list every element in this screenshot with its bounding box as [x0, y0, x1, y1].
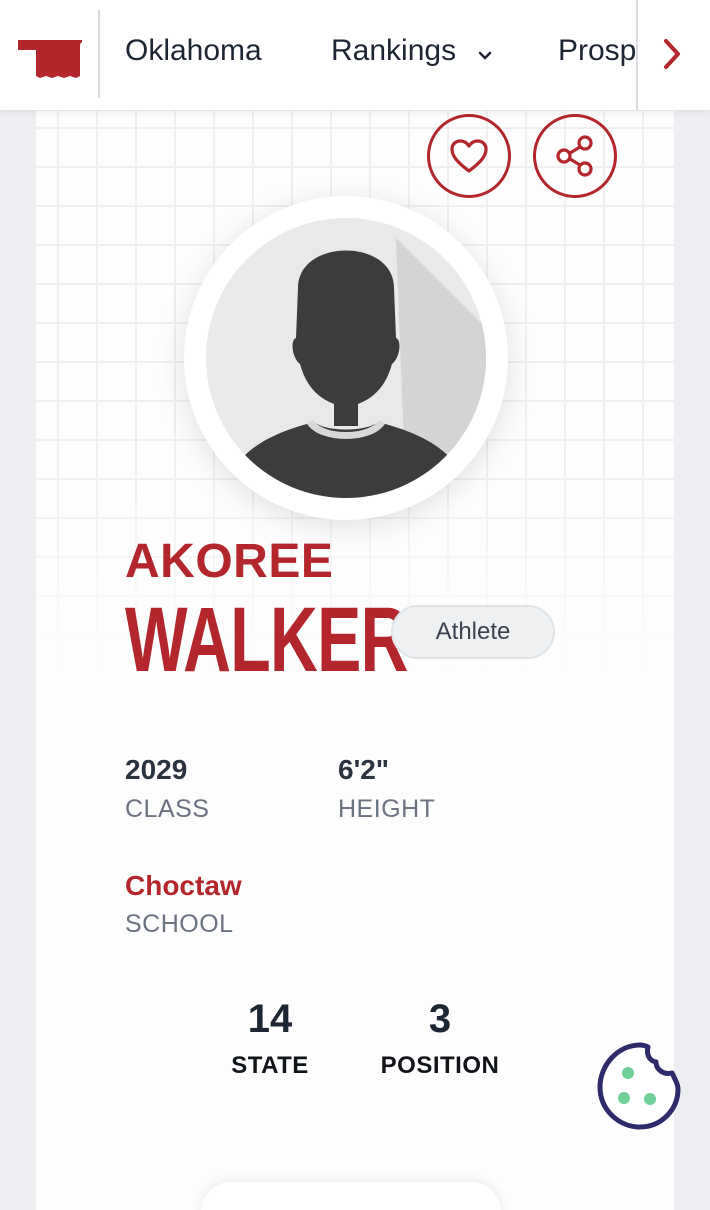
bottom-action-pill[interactable] — [201, 1182, 501, 1210]
player-last-name: WALKER — [125, 589, 408, 691]
height-label: HEIGHT — [338, 795, 436, 823]
home-logo-link[interactable] — [0, 10, 100, 98]
class-value: 2029 — [125, 754, 188, 785]
player-avatar — [184, 196, 508, 520]
chevron-right-icon — [664, 39, 680, 69]
nav-scroll-right-button[interactable] — [636, 0, 710, 110]
position-rank-label: POSITION — [380, 1052, 500, 1079]
height-value: 6'2" — [338, 754, 390, 785]
top-navigation: Oklahoma Rankings Prosp — [0, 0, 710, 111]
position-rank-value: 3 — [428, 997, 452, 1041]
share-button[interactable] — [533, 114, 617, 198]
heart-icon — [450, 139, 488, 173]
school-value[interactable]: Choctaw — [125, 869, 242, 903]
player-silhouette-icon — [206, 218, 486, 498]
chevron-down-icon — [478, 32, 492, 72]
school-label: SCHOOL — [125, 910, 234, 938]
player-profile-card: AKOREE WALKER Athlete 2029 CLASS 6'2" HE… — [36, 110, 674, 1210]
share-icon — [556, 135, 593, 177]
nav-rankings[interactable]: Rankings — [331, 31, 492, 72]
state-rank-value: 14 — [247, 997, 293, 1041]
cookie-icon — [597, 1042, 681, 1130]
position-badge: Athlete — [391, 605, 555, 659]
player-first-name: AKOREE — [125, 535, 334, 588]
nav-rankings-label: Rankings — [331, 34, 457, 67]
class-label: CLASS — [125, 795, 210, 823]
cookie-settings-button[interactable] — [592, 1037, 688, 1133]
nav-prospects[interactable]: Prosp — [558, 31, 638, 71]
favorite-button[interactable] — [427, 114, 511, 198]
oklahoma-state-shape-icon — [18, 40, 82, 78]
state-rank-label: STATE — [231, 1052, 309, 1079]
nav-oklahoma[interactable]: Oklahoma — [125, 31, 262, 71]
